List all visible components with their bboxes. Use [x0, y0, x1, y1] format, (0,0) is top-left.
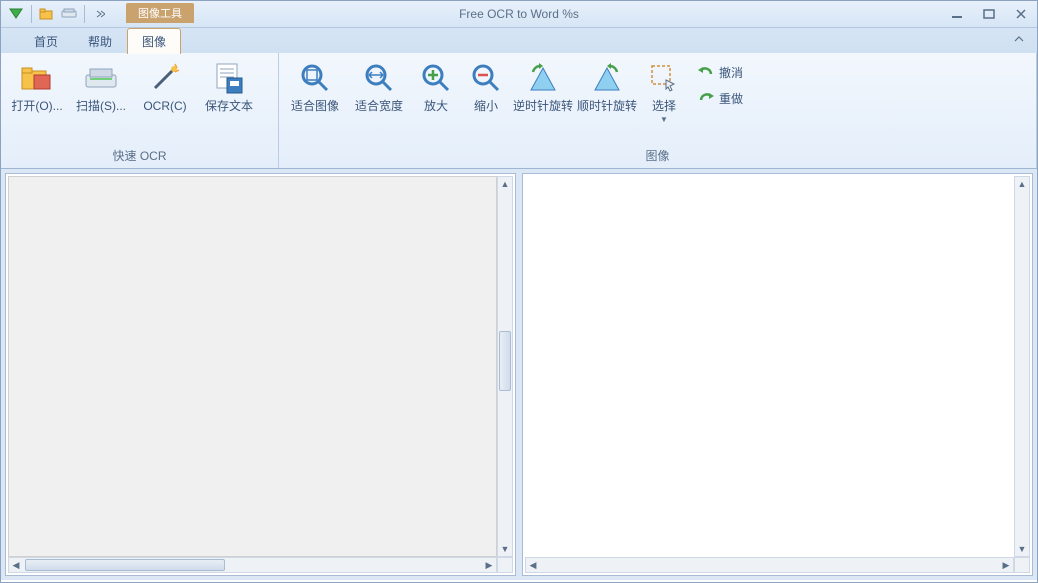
scroll-up-icon[interactable]: ▲	[498, 177, 512, 191]
horizontal-scrollbar-right[interactable]: ◀ ▶	[525, 557, 1014, 573]
fit-image-icon	[298, 61, 332, 95]
text-output-pane: ▲ ▼ ◀ ▶	[522, 173, 1033, 576]
undo-label: 撤消	[719, 64, 743, 81]
scan-button[interactable]: 扫描(S)...	[69, 57, 133, 117]
zoom-out-icon	[469, 61, 503, 95]
fit-image-button[interactable]: 适合图像	[283, 57, 347, 117]
rotate-ccw-icon	[526, 61, 560, 95]
scan-label: 扫描(S)...	[76, 99, 126, 113]
scroll-left-icon[interactable]: ◀	[9, 558, 23, 572]
rotate-cw-label: 顺时针旋转	[577, 99, 637, 113]
zoom-in-button[interactable]: 放大	[411, 57, 461, 117]
image-preview-pane: ▲ ▼ ◀ ▶	[5, 173, 516, 576]
quick-access-toolbar	[1, 5, 109, 23]
window-controls	[947, 5, 1031, 23]
zoom-out-label: 缩小	[474, 99, 498, 113]
group-title-quick-ocr: 快速 OCR	[5, 145, 274, 168]
rotate-ccw-button[interactable]: 逆时针旋转	[511, 57, 575, 117]
zoom-out-button[interactable]: 缩小	[461, 57, 511, 117]
scrollbar-thumb[interactable]	[25, 559, 225, 571]
fit-image-label: 适合图像	[291, 99, 339, 113]
tab-strip: 首页 帮助 图像	[1, 28, 1037, 53]
text-area[interactable]	[525, 176, 1014, 557]
tab-help[interactable]: 帮助	[73, 28, 127, 54]
group-title-image: 图像	[283, 145, 1032, 168]
chevron-down-icon: ▼	[660, 115, 668, 124]
magic-wand-icon	[148, 61, 182, 95]
contextual-tab-title: 图像工具	[126, 3, 194, 23]
tab-home[interactable]: 首页	[19, 28, 73, 54]
zoom-in-icon	[419, 61, 453, 95]
undo-icon	[697, 63, 715, 81]
scroll-right-icon[interactable]: ▶	[482, 558, 496, 572]
redo-icon	[697, 89, 715, 107]
close-button[interactable]	[1011, 5, 1031, 23]
undo-button[interactable]: 撤消	[693, 61, 747, 83]
select-label: 选择	[652, 99, 676, 113]
collapse-ribbon-icon[interactable]	[1013, 34, 1025, 49]
save-text-icon	[212, 61, 246, 95]
horizontal-scrollbar-left[interactable]: ◀ ▶	[8, 557, 497, 573]
save-text-label: 保存文本	[205, 99, 253, 113]
image-canvas[interactable]	[8, 176, 497, 557]
ocr-button[interactable]: OCR(C)	[133, 57, 197, 117]
select-button[interactable]: 选择 ▼	[639, 57, 689, 128]
app-title: Free OCR to Word %s	[459, 7, 579, 21]
rotate-cw-button[interactable]: 顺时针旋转	[575, 57, 639, 117]
tab-image[interactable]: 图像	[127, 28, 181, 54]
qat-divider-2	[84, 5, 85, 23]
content-area: ▲ ▼ ◀ ▶ ▲ ▼ ◀ ▶	[1, 169, 1037, 580]
qat-scan-icon[interactable]	[60, 5, 78, 23]
ribbon-group-quick-ocr: 打开(O)... 扫描(S)... OCR(C) 保存文本 快	[1, 53, 279, 168]
redo-button[interactable]: 重做	[693, 87, 747, 109]
ribbon: 打开(O)... 扫描(S)... OCR(C) 保存文本 快	[1, 53, 1037, 169]
fit-width-label: 适合宽度	[355, 99, 403, 113]
qat-open-icon[interactable]	[38, 5, 56, 23]
scroll-right-icon[interactable]: ▶	[999, 558, 1013, 572]
vertical-scrollbar-right[interactable]: ▲ ▼	[1014, 176, 1030, 557]
qat-more-icon[interactable]	[91, 5, 109, 23]
open-label: 打开(O)...	[11, 99, 62, 113]
open-button[interactable]: 打开(O)...	[5, 57, 69, 117]
app-menu-icon[interactable]	[7, 5, 25, 23]
redo-label: 重做	[719, 90, 743, 107]
ocr-label: OCR(C)	[143, 99, 186, 113]
fit-width-icon	[362, 61, 396, 95]
scanner-icon	[84, 61, 118, 95]
save-text-button[interactable]: 保存文本	[197, 57, 261, 117]
scroll-up-icon[interactable]: ▲	[1015, 177, 1029, 191]
minimize-button[interactable]	[947, 5, 967, 23]
fit-width-button[interactable]: 适合宽度	[347, 57, 411, 117]
zoom-in-label: 放大	[424, 99, 448, 113]
scrollbar-corner	[497, 557, 513, 573]
rotate-ccw-label: 逆时针旋转	[513, 99, 573, 113]
scrollbar-corner	[1014, 557, 1030, 573]
maximize-button[interactable]	[979, 5, 999, 23]
vertical-scrollbar-left[interactable]: ▲ ▼	[497, 176, 513, 557]
titlebar: 图像工具 Free OCR to Word %s	[1, 1, 1037, 28]
qat-divider	[31, 5, 32, 23]
rotate-cw-icon	[590, 61, 624, 95]
ribbon-group-image: 适合图像 适合宽度 放大 缩小	[279, 53, 1037, 168]
folder-open-icon	[20, 61, 54, 95]
scroll-down-icon[interactable]: ▼	[498, 542, 512, 556]
scroll-left-icon[interactable]: ◀	[526, 558, 540, 572]
selection-icon	[647, 61, 681, 95]
scroll-down-icon[interactable]: ▼	[1015, 542, 1029, 556]
scrollbar-thumb[interactable]	[499, 331, 511, 391]
